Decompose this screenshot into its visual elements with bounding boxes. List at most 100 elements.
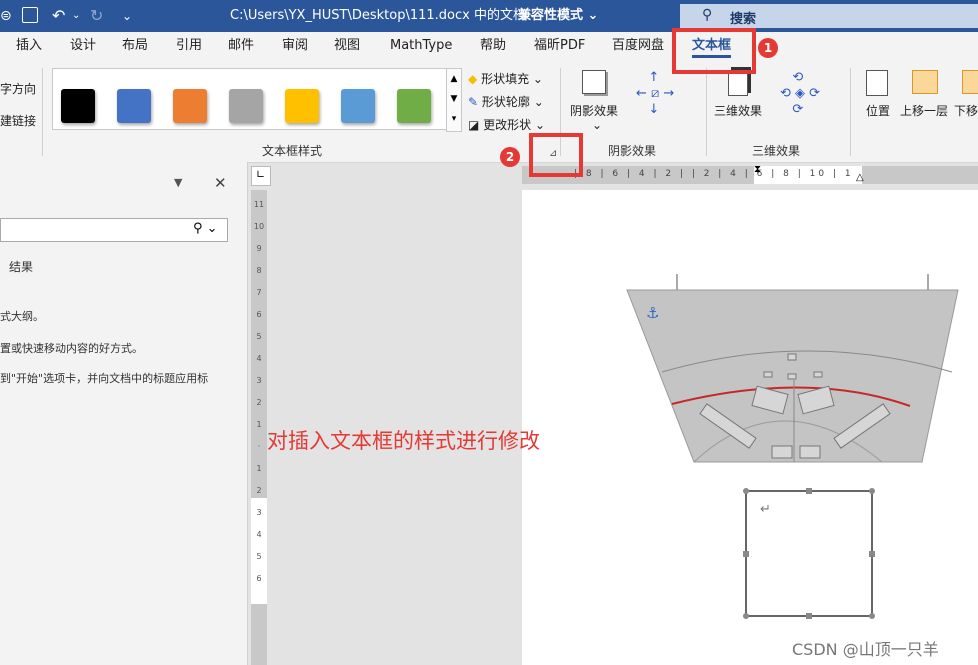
- tab-foxit-pdf[interactable]: 福昕PDF: [534, 32, 585, 60]
- indent-marker[interactable]: ⧗: [754, 164, 761, 175]
- close-icon[interactable]: ✕: [214, 174, 227, 192]
- vruler-label: 7: [256, 288, 262, 297]
- style-swatch-green[interactable]: [397, 89, 431, 123]
- vruler-label: 3: [256, 376, 262, 385]
- create-link-button[interactable]: 建链接: [0, 112, 36, 129]
- nav-help-line-1: 式大纲。: [0, 310, 44, 323]
- change-shape-button[interactable]: ◪ 更改形状 ⌄: [468, 116, 545, 133]
- highlight-dialog-launcher: [529, 133, 583, 177]
- customize-qat-icon[interactable]: ⌄: [122, 0, 132, 32]
- gallery-scroll[interactable]: ▲ ▼ ▾: [446, 68, 462, 132]
- tab-stop-icon: ∟: [256, 168, 266, 181]
- step-badge-1: 1: [758, 38, 778, 58]
- vruler-label: 6: [256, 574, 262, 583]
- style-swatch-gold[interactable]: [285, 89, 319, 123]
- style-swatch-blue[interactable]: [117, 89, 151, 123]
- compat-mode[interactable]: 兼容性模式 ⌄: [518, 0, 598, 32]
- shape-outline-button[interactable]: ✎ 形状轮廓 ⌄: [468, 93, 544, 110]
- vertical-ruler[interactable]: 11 10 9 8 7 6 5 4 3 2 1 · 1 2 3 4 5 6: [251, 190, 267, 665]
- redo-icon: ↻: [90, 6, 104, 25]
- vruler-label: 6: [256, 310, 262, 319]
- send-backward-icon: [962, 70, 978, 94]
- horizontal-ruler[interactable]: | 8 | 6 | 4 | 2 | | 2 | 4 | 6 | 8 | 10 |…: [522, 164, 978, 184]
- paragraph-return-mark: ↵: [760, 502, 771, 517]
- navigation-search-input[interactable]: ⚲ ⌄: [0, 218, 228, 242]
- ruler-tab-selector[interactable]: ∟: [251, 166, 271, 186]
- vertical-ruler-labels: 11 10 9 8 7 6 5 4 3 2 1 · 1 2 3 4 5 6: [253, 194, 265, 590]
- vruler-label: 2: [256, 486, 262, 495]
- search-box[interactable]: ⚲ 搜索: [680, 4, 978, 28]
- annotation-caption: 对插入文本框的样式进行修改: [267, 429, 540, 453]
- shadow-effects-button[interactable]: 阴影效果: [570, 102, 618, 119]
- tab-design[interactable]: 设计: [70, 32, 96, 60]
- group-label-shadow: 阴影效果: [608, 144, 657, 158]
- group-label-three-d: 三维效果: [752, 144, 801, 158]
- vruler-label: 1: [256, 420, 262, 429]
- tab-help[interactable]: 帮助: [480, 32, 506, 60]
- paint-bucket-icon: ◆: [468, 72, 478, 86]
- group-label-textbox-styles: 文本框样式: [262, 144, 323, 158]
- search-icon: ⚲: [702, 7, 713, 23]
- vruler-label: 8: [256, 266, 262, 275]
- vruler-label: 3: [256, 508, 262, 517]
- document-page[interactable]: ⚓ ↵: [522, 190, 978, 665]
- position-button[interactable]: 位置: [866, 102, 890, 119]
- send-backward-button[interactable]: 下移: [954, 102, 978, 119]
- style-swatch-gray[interactable]: [229, 89, 263, 123]
- save-icon[interactable]: [22, 7, 38, 23]
- style-swatch-black[interactable]: [61, 89, 95, 123]
- tab-layout[interactable]: 布局: [122, 32, 148, 60]
- tab-mathtype[interactable]: MathType: [390, 32, 452, 60]
- horizontal-ruler-labels: | 8 | 6 | 4 | 2 | | 2 | 4 | 6 | 8 | 10 |…: [574, 169, 854, 179]
- position-icon: [866, 70, 888, 96]
- ribbon-tab-bar: 插入 设计 布局 引用 邮件 审阅 视图 MathType 帮助 福昕PDF 百…: [0, 32, 978, 60]
- vruler-label: 11: [253, 200, 265, 209]
- style-swatch-lightblue[interactable]: [341, 89, 375, 123]
- anchor-icon: ⚓: [646, 304, 660, 322]
- tab-review[interactable]: 审阅: [282, 32, 308, 60]
- shadow-dropdown-icon[interactable]: ⌄: [592, 118, 602, 132]
- bring-forward-icon: [912, 70, 938, 94]
- undo-dropdown-icon[interactable]: ⌄: [72, 0, 80, 32]
- shadow-nudge-icons[interactable]: ↑ ← ⧄ → ↓: [636, 70, 674, 118]
- tab-mailings[interactable]: 邮件: [228, 32, 254, 60]
- vruler-label: ·: [257, 442, 261, 451]
- navigation-pane: ▼ ✕ ⚲ ⌄ 结果 式大纲。 置或快速移动内容的好方式。 到"开始"选项卡，并…: [0, 162, 248, 665]
- text-direction-button[interactable]: 字方向: [0, 80, 36, 97]
- tab-references[interactable]: 引用: [176, 32, 202, 60]
- vruler-label: 5: [256, 332, 262, 341]
- tab-view[interactable]: 视图: [334, 32, 360, 60]
- vruler-label: 10: [253, 222, 265, 231]
- highlight-textbox-tab: [672, 28, 756, 74]
- style-swatch-orange[interactable]: [173, 89, 207, 123]
- autosave-icon[interactable]: ⊜: [0, 0, 12, 32]
- tab-results[interactable]: 结果: [9, 258, 33, 275]
- undo-icon[interactable]: ↶: [52, 0, 65, 32]
- document-path: C:\Users\YX_HUST\Desktop\111.docx 中的文档 -: [230, 8, 535, 23]
- document-diagram: [626, 274, 959, 619]
- step-badge-2: 2: [500, 147, 520, 167]
- three-d-button[interactable]: 三维效果: [714, 102, 762, 119]
- shadow-effects-icon: [582, 70, 606, 94]
- vruler-label: 2: [256, 398, 262, 407]
- nav-help-line-2: 置或快速移动内容的好方式。: [0, 342, 143, 355]
- vruler-label: 9: [256, 244, 262, 253]
- shape-fill-button[interactable]: ◆ 形状填充 ⌄: [468, 70, 543, 87]
- vruler-label: 4: [256, 530, 262, 539]
- search-icon[interactable]: ⚲ ⌄: [193, 221, 218, 236]
- vruler-label: 5: [256, 552, 262, 561]
- search-label: 搜索: [730, 12, 757, 27]
- ribbon: 字方向 建链接 ▲ ▼ ▾ ◆ 形状填充 ⌄ ✎ 形状轮廓 ⌄ ◪ 更改形状 ⌄ 文…: [0, 60, 978, 163]
- vruler-label: 1: [256, 464, 262, 473]
- tab-insert[interactable]: 插入: [16, 32, 42, 60]
- textbox-style-gallery: [52, 68, 448, 130]
- right-indent-marker[interactable]: △: [856, 172, 864, 183]
- pen-icon: ✎: [468, 95, 479, 109]
- nav-help-line-3: 到"开始"选项卡，并向文档中的标题应用标: [0, 372, 209, 385]
- tab-baidu-netdisk[interactable]: 百度网盘: [612, 32, 664, 60]
- change-shape-icon: ◪: [468, 118, 480, 132]
- three-d-tilt-icons[interactable]: ⟲ ⟲ ◈ ⟳ ⟳: [780, 70, 820, 118]
- vruler-label: 4: [256, 354, 262, 363]
- pane-options-icon[interactable]: ▼: [174, 176, 182, 189]
- bring-forward-button[interactable]: 上移一层: [900, 102, 948, 119]
